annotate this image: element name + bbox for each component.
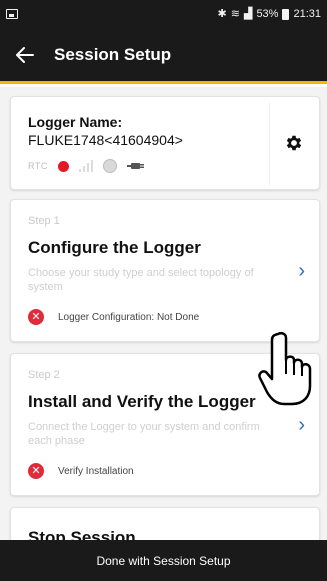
back-button[interactable]	[0, 27, 50, 83]
done-session-setup-button[interactable]: Done with Session Setup	[96, 554, 230, 568]
battery-icon	[282, 8, 290, 20]
battery-percent: 53%	[256, 8, 279, 20]
step-number: Step 2	[28, 369, 60, 381]
rtc-label: RTC	[28, 161, 48, 171]
chevron-right-icon[interactable]: ›	[298, 260, 305, 283]
step-title: Stop Session	[28, 528, 136, 540]
step-title: Configure the Logger	[28, 238, 201, 257]
step-status-row: ✕ Logger Configuration: Not Done	[28, 309, 199, 325]
signal-strength-icon	[78, 160, 93, 172]
cell-signal-icon: ▟	[243, 7, 253, 20]
logger-card[interactable]: Logger Name: FLUKE1748<41604904> RTC	[10, 96, 320, 190]
step-status-text: Logger Configuration: Not Done	[58, 311, 200, 323]
image-notification-icon	[6, 9, 18, 19]
step-description: Choose your study type and select topolo…	[28, 267, 254, 293]
pointing-hand-icon	[258, 331, 312, 406]
step-title: Install and Verify the Logger	[28, 392, 256, 411]
logger-name-value: FLUKE1748<41604904>	[28, 132, 183, 148]
power-plug-icon	[126, 163, 144, 169]
step-status-text: Verify Installation	[58, 465, 134, 477]
step-status-row: ✕ Verify Installation	[28, 463, 134, 479]
status-right: ✱ ≋ ▟ 53% 21:31	[218, 8, 321, 20]
card-divider	[269, 103, 270, 185]
status-bar: ✱ ≋ ▟ 53% 21:31	[0, 0, 327, 28]
step-number: Step 1	[28, 215, 60, 227]
clock: 21:31	[293, 8, 321, 20]
status-left	[6, 9, 18, 19]
step-card-stop[interactable]: Stop Session	[10, 507, 320, 540]
app-bar: Session Setup	[0, 28, 327, 84]
page-title: Session Setup	[54, 44, 172, 64]
chevron-right-icon[interactable]: ›	[298, 414, 305, 437]
step-description: Connect the Logger to your system and co…	[28, 421, 260, 447]
arrow-left-icon	[16, 46, 34, 63]
logger-name-label: Logger Name:	[28, 114, 123, 130]
wifi-icon: ≋	[230, 7, 240, 20]
memory-usage-icon	[102, 159, 117, 173]
content-area[interactable]: Logger Name: FLUKE1748<41604904> RTC Ste…	[0, 87, 327, 540]
gear-icon[interactable]	[284, 133, 304, 153]
error-x-icon: ✕	[28, 309, 44, 325]
step-card-configure[interactable]: Step 1 Configure the Logger Choose your …	[10, 199, 320, 342]
record-status-icon	[57, 160, 69, 172]
logger-status-icons: RTC	[28, 159, 145, 173]
error-x-icon: ✕	[28, 463, 44, 479]
bluetooth-icon: ✱	[217, 7, 227, 20]
bottom-bar: Done with Session Setup	[0, 540, 327, 581]
